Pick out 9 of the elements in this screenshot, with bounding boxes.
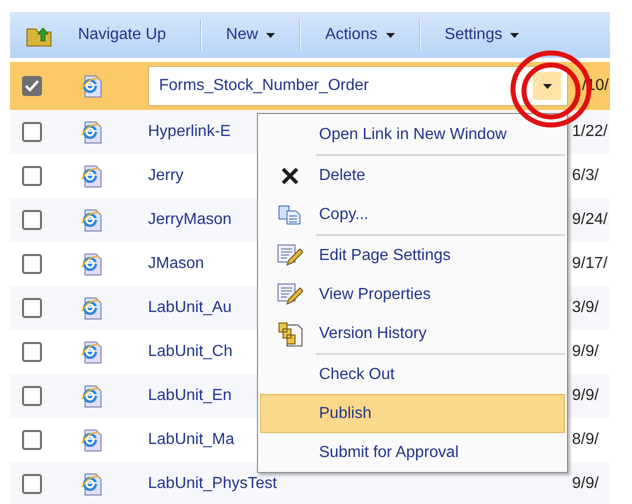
modified-date: 9/9/ — [572, 474, 599, 494]
modified-date: 9/9/ — [572, 386, 599, 406]
modified-date: 8/9/ — [572, 430, 599, 450]
modified-date: 9/24/ — [572, 210, 608, 230]
modified-date: 1/22/ — [572, 122, 608, 142]
modified-date: 9/9/ — [572, 342, 599, 362]
modified-date: 3/9/ — [572, 298, 599, 318]
modified-date: 9/17/ — [572, 254, 608, 274]
modified-date: 6/3/ — [572, 166, 599, 186]
